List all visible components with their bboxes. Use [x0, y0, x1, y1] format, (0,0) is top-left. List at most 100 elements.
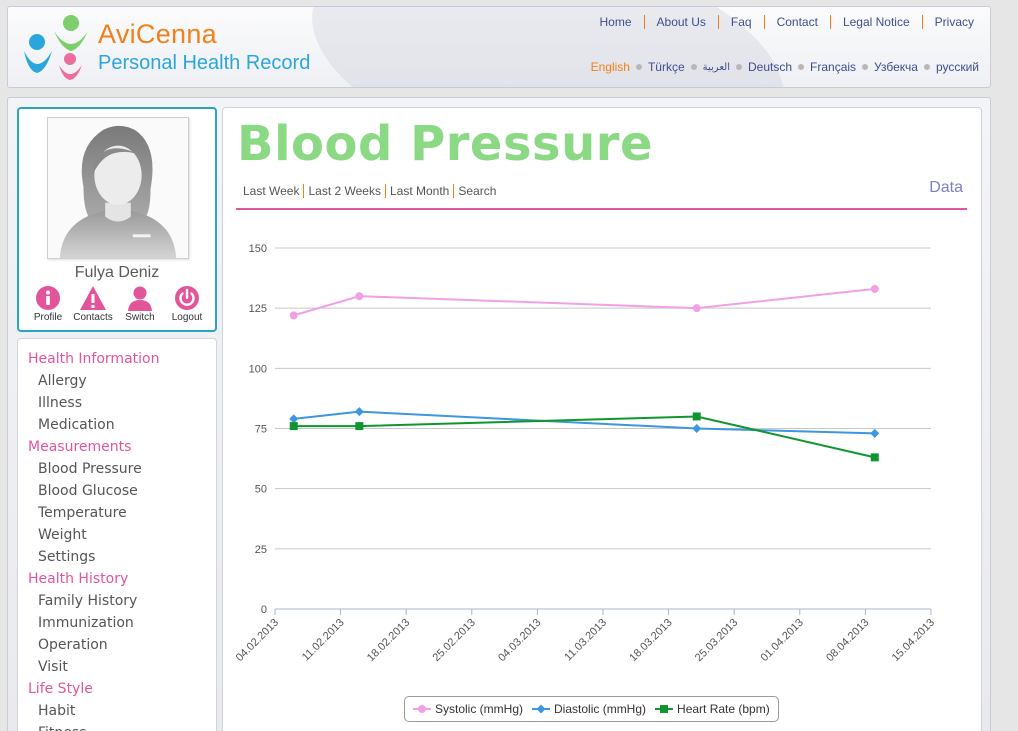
x-tick-label: 18.03.2013 [627, 617, 674, 664]
legend-label: Heart Rate (bpm) [677, 702, 770, 716]
sidebar-item-habit[interactable]: Habit [18, 700, 216, 722]
lang-french-link[interactable]: Français [810, 60, 856, 74]
lang-german-link[interactable]: Deutsch [748, 60, 792, 74]
x-tick-label: 11.02.2013 [300, 617, 347, 664]
avatar[interactable] [47, 117, 189, 259]
series-line-2 [293, 410, 875, 435]
contacts-button-label: Contacts [73, 312, 113, 323]
warning-icon [80, 286, 106, 310]
nav-home-link[interactable]: Home [588, 15, 644, 29]
legend-item-diastolic[interactable]: Diastolic (mmHg) [532, 702, 646, 716]
sidebar-category-health-history[interactable]: Health History [18, 568, 216, 590]
sidebar-item-family-history[interactable]: Family History [18, 590, 216, 612]
profile-card: Fulya Deniz Profile Contacts Switch Logo… [17, 107, 217, 332]
sidebar-category-life-style[interactable]: Life Style [18, 678, 216, 700]
profile-button-label: Profile [33, 312, 63, 323]
x-tick-label: 04.03.2013 [496, 617, 543, 664]
x-tick-label: 15.04.2013 [890, 617, 937, 664]
data-point [289, 311, 298, 320]
x-tick-label: 25.03.2013 [693, 617, 740, 664]
y-tick-label: 125 [249, 303, 267, 315]
info-icon [36, 286, 60, 310]
legend-item-systolic[interactable]: Systolic (mmHg) [413, 702, 523, 716]
y-tick-label: 100 [249, 363, 267, 375]
blood-pressure-chart: 0 25 50 75 100 125 150 04.02.2013 11.02.2013 18.0… [234, 243, 937, 664]
lang-turkish-link[interactable]: Türkçe [648, 60, 685, 74]
lang-uzbek-link[interactable]: Узбекча [874, 60, 918, 74]
nav-privacy-link[interactable]: Privacy [921, 15, 974, 29]
sidebar-item-immunization[interactable]: Immunization [18, 612, 216, 634]
x-tick-label: 11.03.2013 [562, 617, 609, 664]
series-line-1 [293, 287, 875, 317]
data-point [870, 428, 880, 438]
data-point [870, 284, 879, 293]
data-point [692, 304, 701, 313]
brand-subtitle: Personal Health Record [98, 52, 311, 74]
logout-button[interactable]: Logout [164, 285, 210, 323]
legend-circle-marker-icon [413, 705, 431, 713]
lang-russian-link[interactable]: русский [936, 60, 979, 74]
logout-button-label: Logout [171, 312, 203, 323]
data-point [692, 424, 702, 433]
sidebar-menu: Health Information Allergy Illness Medic… [17, 338, 217, 731]
sidebar-item-illness[interactable]: Illness [18, 392, 216, 414]
x-tick-label: 25.02.2013 [431, 617, 478, 664]
sidebar-category-health-information[interactable]: Health Information [18, 348, 216, 370]
x-tick-label: 08.04.2013 [824, 617, 871, 664]
avicenna-logo-icon[interactable] [22, 13, 96, 83]
separator-dot [798, 64, 805, 70]
legend-square-marker-icon [655, 705, 674, 713]
sidebar-item-medication[interactable]: Medication [18, 414, 216, 436]
switch-button[interactable]: Switch [117, 285, 163, 323]
separator-dot [923, 64, 930, 70]
x-tick-label: 04.02.2013 [234, 617, 281, 664]
separator-dot [735, 64, 742, 70]
sidebar-item-visit[interactable]: Visit [18, 656, 216, 678]
nav-legal-notice-link[interactable]: Legal Notice [829, 15, 922, 29]
profile-button[interactable]: Profile [25, 285, 71, 323]
sidebar-item-temperature[interactable]: Temperature [18, 502, 216, 524]
separator-dot [862, 64, 869, 70]
nav-faq-link[interactable]: Faq [717, 15, 764, 29]
sidebar-item-settings[interactable]: Settings [18, 546, 216, 568]
y-tick-label: 0 [261, 604, 267, 616]
brand-name: AviCenna [98, 19, 217, 49]
legend-label: Systolic (mmHg) [435, 702, 524, 716]
lang-arabic-link[interactable]: العربية [703, 62, 730, 73]
separator-dot [690, 64, 697, 70]
legend-label: Diastolic (mmHg) [554, 702, 647, 716]
legend-diamond-marker-icon [532, 704, 551, 714]
lang-english-link[interactable]: English [591, 60, 630, 74]
chart-legend: Systolic (mmHg) Diastolic (mmHg) Heart R… [404, 696, 779, 722]
sidebar-category-measurements[interactable]: Measurements [18, 436, 216, 458]
data-point [355, 292, 364, 301]
nav-contact-link[interactable]: Contact [763, 15, 830, 29]
user-avatar-icon [59, 125, 177, 258]
sidebar-item-allergy[interactable]: Allergy [18, 370, 216, 392]
data-point [355, 422, 364, 431]
separator-dot [635, 64, 642, 70]
y-tick-label: 150 [249, 243, 267, 255]
switch-button-label: Switch [125, 312, 155, 323]
sidebar-item-blood-glucose[interactable]: Blood Glucose [18, 480, 216, 502]
sidebar-item-operation[interactable]: Operation [18, 634, 216, 656]
user-icon [128, 286, 152, 311]
power-icon [175, 286, 199, 310]
main-content: Blood Pressure Last Week Last 2 Weeks La… [222, 107, 982, 731]
data-point [870, 453, 879, 462]
x-tick-label: 01.04.2013 [759, 617, 806, 664]
data-point [354, 407, 364, 417]
x-tick-label: 18.02.2013 [365, 617, 412, 664]
data-point [289, 422, 298, 431]
nav-about-link[interactable]: About Us [643, 15, 718, 29]
sidebar-item-fitness[interactable]: Fitness [18, 722, 216, 731]
user-name: Fulya Deniz [74, 264, 160, 281]
sidebar-item-blood-pressure[interactable]: Blood Pressure [18, 458, 216, 480]
language-selector: English Türkçe العربية Deutsch Français … [591, 60, 979, 74]
y-tick-label: 75 [255, 424, 267, 436]
contacts-button[interactable]: Contacts [70, 285, 116, 323]
site-header: AviCenna Personal Health Record Home Abo… [7, 6, 991, 88]
sidebar-item-weight[interactable]: Weight [18, 524, 216, 546]
legend-item-heart-rate[interactable]: Heart Rate (bpm) [655, 702, 770, 716]
y-tick-label: 25 [255, 544, 267, 556]
